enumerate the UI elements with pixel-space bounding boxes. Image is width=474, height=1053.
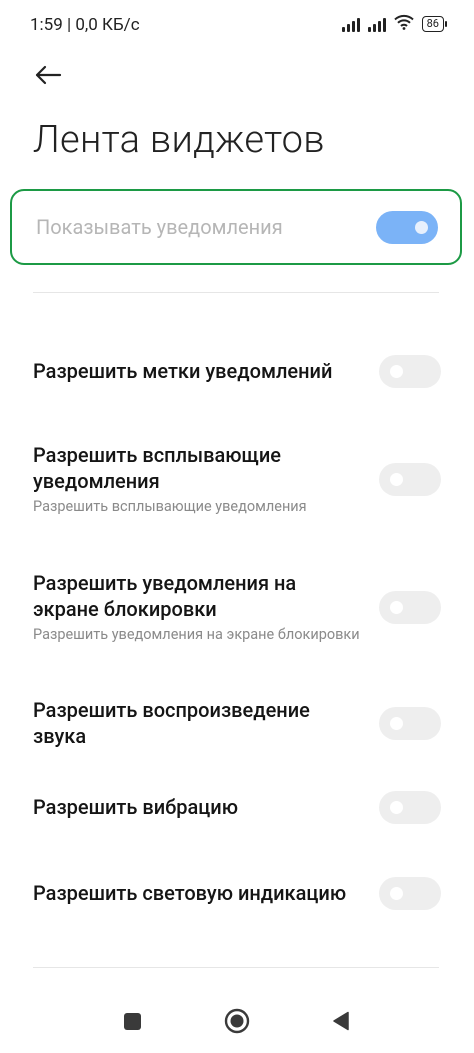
light-toggle[interactable] (379, 876, 441, 910)
wifi-icon (393, 14, 414, 34)
signal-icon (341, 16, 360, 32)
toggle-knob (415, 220, 428, 234)
show-notifications-toggle[interactable] (376, 210, 438, 244)
navigation-bar (0, 995, 474, 1053)
toggle-knob (390, 364, 403, 378)
lockscreen-toggle[interactable] (379, 590, 441, 624)
arrow-left-icon (35, 65, 62, 85)
toggle-knob (390, 886, 403, 900)
status-bar: 1:59 | 0,0 КБ/с 86 (0, 0, 474, 52)
setting-subtitle: Разрешить уведомления на экране блокиров… (33, 625, 360, 643)
page-title: Лента виджетов (33, 118, 325, 162)
recents-square-icon (123, 1012, 141, 1030)
battery-level: 86 (426, 17, 439, 30)
divider (33, 967, 439, 968)
recents-button[interactable] (112, 1001, 152, 1041)
status-icons: 86 (341, 14, 448, 34)
back-button[interactable] (28, 58, 68, 92)
setting-vibration[interactable]: Разрешить вибрацию (33, 790, 441, 824)
home-button[interactable] (217, 1001, 257, 1041)
setting-sound[interactable]: Разрешить воспроизведение звука (33, 696, 441, 750)
show-notifications-label: Показывать уведомления (36, 215, 283, 239)
toggle-knob (390, 800, 403, 814)
setting-popup[interactable]: Разрешить всплывающие уведомления Разреш… (33, 440, 441, 518)
divider (33, 292, 439, 293)
setting-subtitle: Разрешить всплывающие уведомления (33, 497, 307, 515)
setting-title: Разрешить всплывающие уведомления (33, 442, 282, 493)
toggle-knob (390, 600, 403, 614)
home-circle-icon (224, 1008, 250, 1034)
nav-back-button[interactable] (321, 1001, 361, 1041)
toggle-knob (390, 472, 403, 486)
signal-icon (367, 16, 386, 32)
setting-title: Разрешить метки уведомлений (33, 359, 333, 383)
setting-title: Разрешить вибрацию (33, 795, 238, 819)
back-triangle-icon (333, 1011, 349, 1031)
setting-title: Разрешить уведомления на экране блокиров… (33, 570, 297, 621)
battery-icon: 86 (421, 16, 448, 32)
setting-light[interactable]: Разрешить световую индикацию (33, 866, 441, 920)
setting-lockscreen[interactable]: Разрешить уведомления на экране блокиров… (33, 558, 441, 656)
vibration-toggle[interactable] (379, 790, 441, 824)
status-time: 1:59 | 0,0 КБ/с (30, 15, 140, 35)
toggle-knob (390, 716, 403, 730)
sound-toggle[interactable] (379, 706, 441, 740)
setting-title: Разрешить световую индикацию (33, 881, 347, 905)
badges-toggle[interactable] (379, 354, 441, 388)
setting-badges[interactable]: Разрешить метки уведомлений (33, 344, 441, 398)
setting-title: Разрешить воспроизведение звука (33, 698, 310, 748)
popup-toggle[interactable] (379, 462, 441, 496)
show-notifications-row[interactable]: Показывать уведомления (10, 189, 462, 265)
